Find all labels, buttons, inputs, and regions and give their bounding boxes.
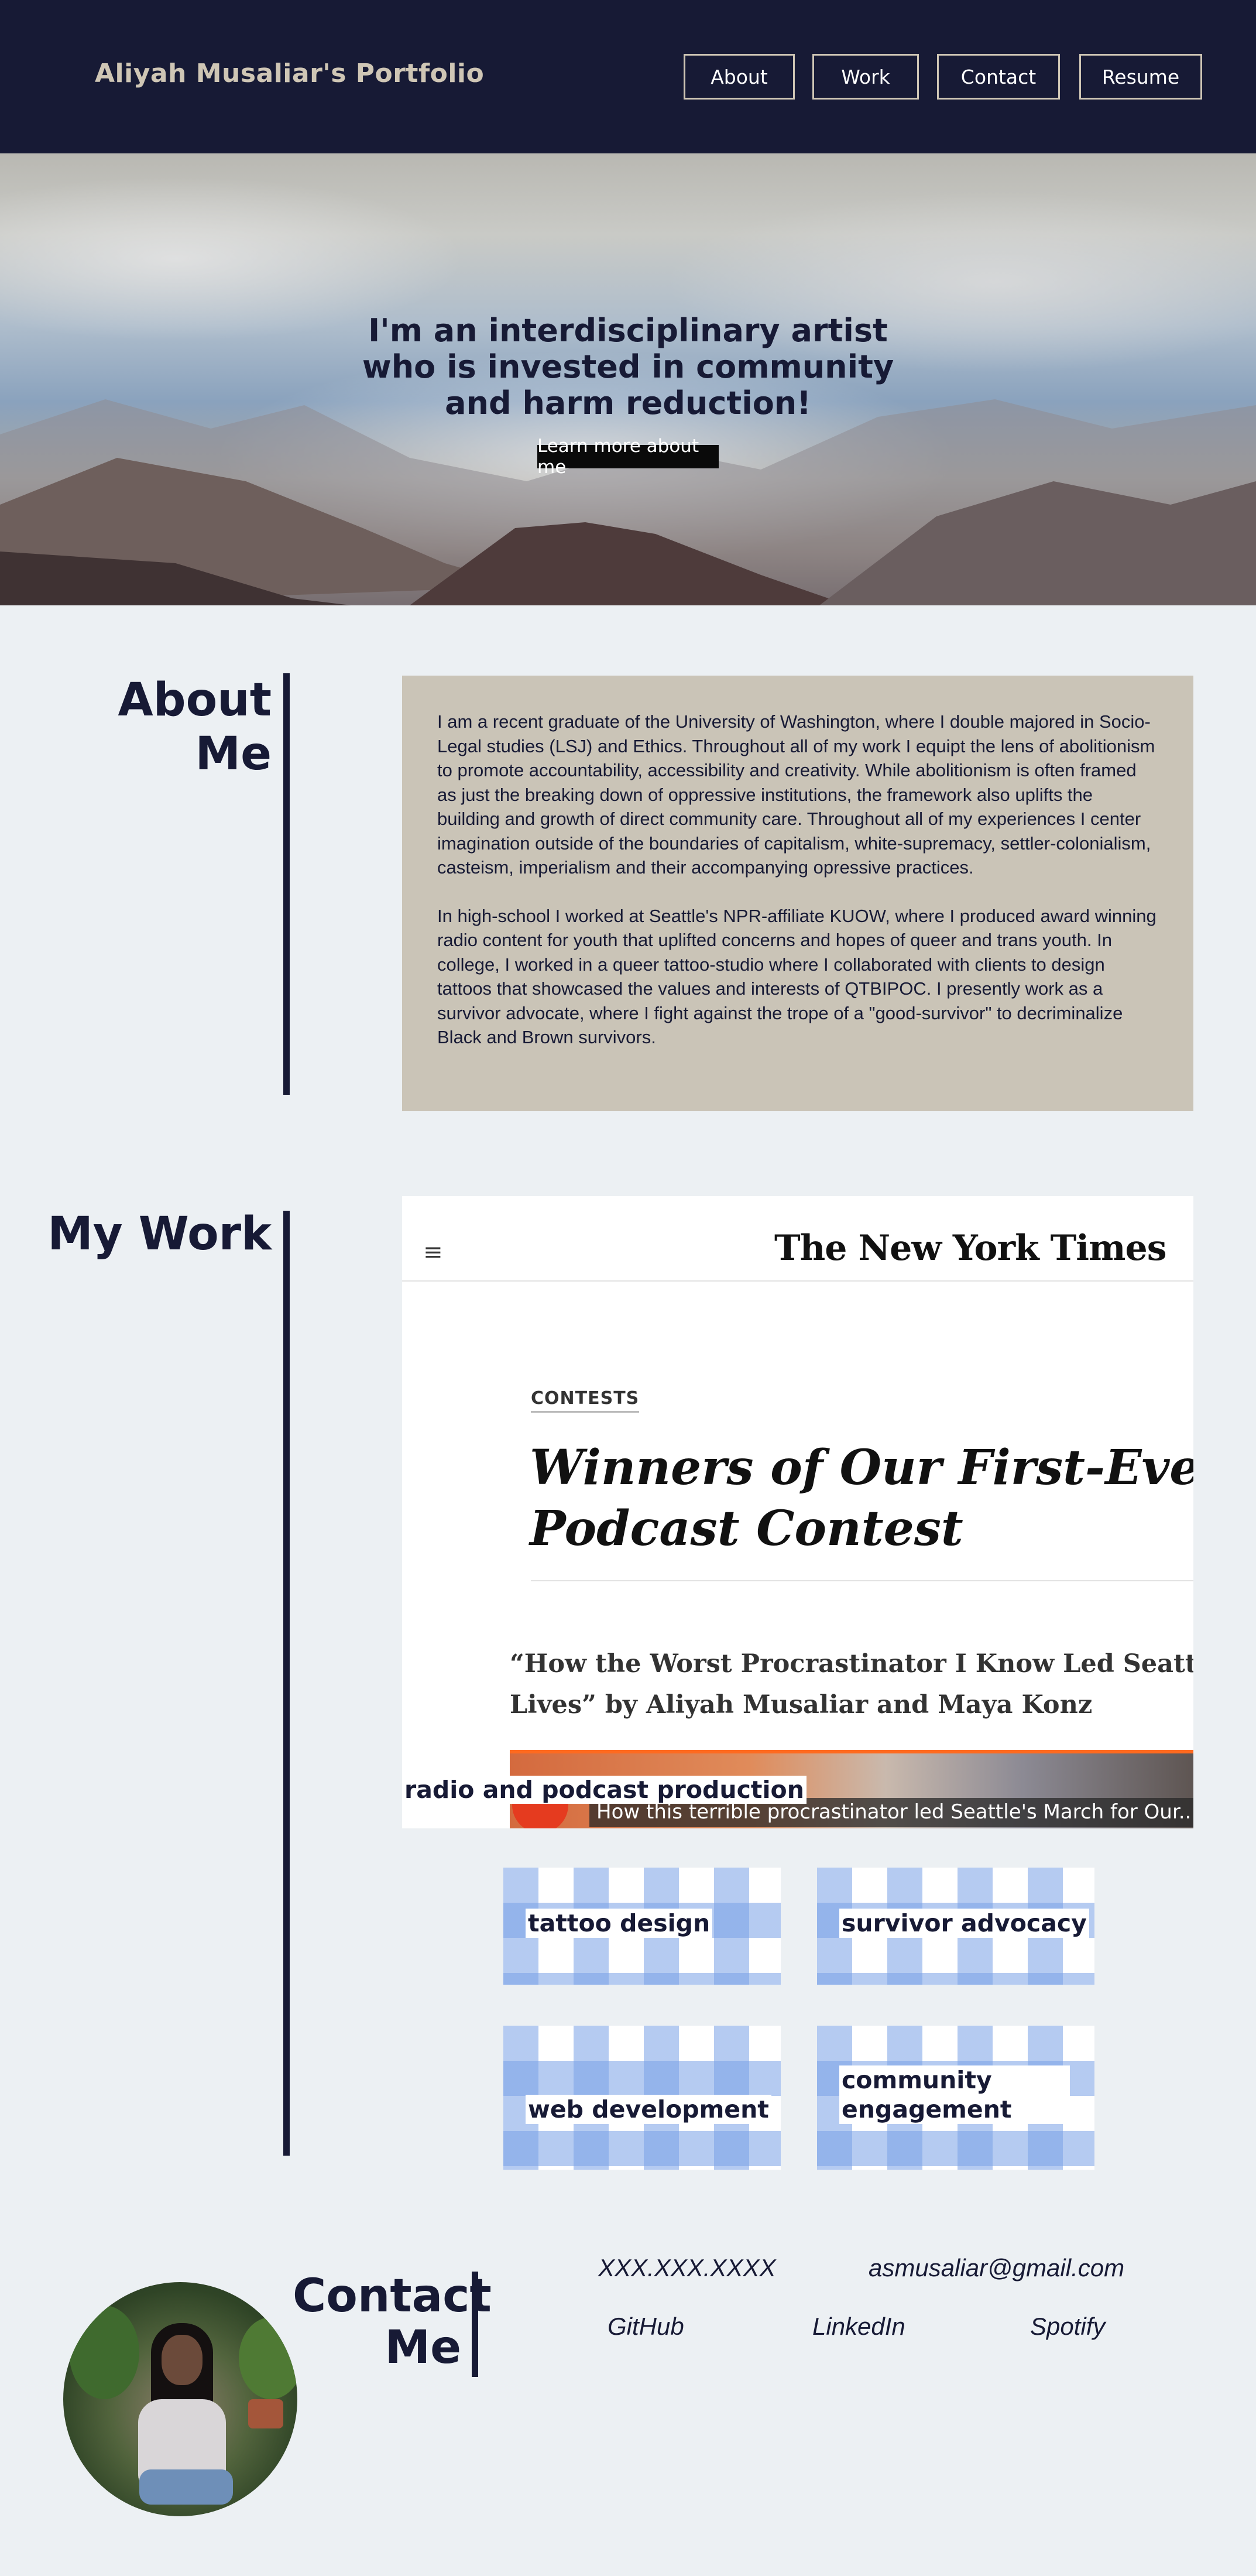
about-heading: About Me — [94, 673, 272, 781]
plant-decoration — [239, 2317, 297, 2399]
about-heading-line2: Me — [195, 728, 272, 780]
pot-decoration — [248, 2399, 283, 2428]
featured-work-card[interactable]: ≡ The New York Times CONTESTS Winners of… — [402, 1196, 1193, 1828]
about-heading-line1: About — [118, 674, 272, 727]
site-header: Aliyah Musaliar's Portfolio About Work C… — [0, 0, 1256, 153]
work-tile-community-engagement[interactable]: community engagement — [817, 2026, 1094, 2170]
article-divider — [531, 1580, 1193, 1581]
article-headline-line1: Winners of Our First-Ever Studer — [530, 1440, 1193, 1496]
work-tile-survivor-advocacy[interactable]: survivor advocacy — [817, 1868, 1094, 1985]
hero-banner: I'm an interdisciplinary artist who is i… — [0, 153, 1256, 605]
nyt-topbar: ≡ The New York Times — [402, 1196, 1193, 1282]
nav-contact-button[interactable]: Contact — [937, 54, 1060, 100]
contact-divider — [472, 2272, 478, 2377]
work-tile-tattoo[interactable]: tattoo design — [503, 1868, 781, 1985]
about-card: I am a recent graduate of the University… — [402, 676, 1193, 1111]
article-kicker: CONTESTS — [531, 1388, 640, 1413]
contact-heading-line2: Me — [385, 2321, 461, 2374]
article-subhead: “How the Worst Procrastinator I Know Led… — [510, 1643, 1193, 1725]
article-headline-line2: Podcast Contest — [530, 1501, 963, 1557]
about-paragraph: In high-school I worked at Seattle's NPR… — [437, 905, 1157, 1048]
article-subhead-line1: “How the Worst Procrastinator I Know Led… — [510, 1649, 1193, 1678]
hero-title: I'm an interdisciplinary artist who is i… — [362, 312, 894, 422]
nav-about-button[interactable]: About — [684, 54, 795, 100]
work-tile-web-development[interactable]: web development — [503, 2026, 781, 2170]
article-subhead-line2: Lives” by Aliyah Musaliar and Maya Konz — [510, 1690, 1093, 1719]
work-tile-label: survivor advocacy — [839, 1909, 1089, 1938]
work-divider — [283, 1211, 290, 2156]
contact-heading: Contact Me — [293, 2270, 492, 2374]
article-headline: Winners of Our First-Ever Studer Podcast… — [530, 1437, 1193, 1559]
learn-more-button[interactable]: Learn more about me — [537, 436, 719, 478]
github-link[interactable]: GitHub — [608, 2313, 684, 2341]
plant-decoration — [69, 2306, 139, 2399]
profile-photo — [63, 2282, 297, 2516]
menu-icon[interactable]: ≡ — [423, 1239, 443, 1266]
about-paragraph: I am a recent graduate of the University… — [437, 711, 1155, 878]
email-link[interactable]: asmusaliar@gmail.com — [869, 2254, 1124, 2282]
nav-work-button[interactable]: Work — [812, 54, 919, 100]
about-divider — [283, 673, 290, 1095]
work-tile-label: community engagement — [839, 2065, 1070, 2124]
nav-resume-button[interactable]: Resume — [1079, 54, 1202, 100]
work-tile-label: tattoo design — [526, 1909, 713, 1938]
linkedin-link[interactable]: LinkedIn — [812, 2313, 905, 2341]
phone-number[interactable]: XXX.XXX.XXXX — [598, 2254, 775, 2282]
work-tile-label: web development — [526, 2095, 771, 2124]
work-item-label[interactable]: radio and podcast production — [402, 1776, 807, 1804]
site-brand[interactable]: Aliyah Musaliar's Portfolio — [95, 59, 484, 88]
person-head — [162, 2335, 203, 2385]
nyt-logo: The New York Times — [774, 1228, 1166, 1269]
person-legs — [139, 2469, 233, 2505]
work-heading: My Work — [47, 1208, 272, 1260]
spotify-link[interactable]: Spotify — [1030, 2313, 1105, 2341]
contact-heading-line1: Contact — [293, 2270, 492, 2322]
